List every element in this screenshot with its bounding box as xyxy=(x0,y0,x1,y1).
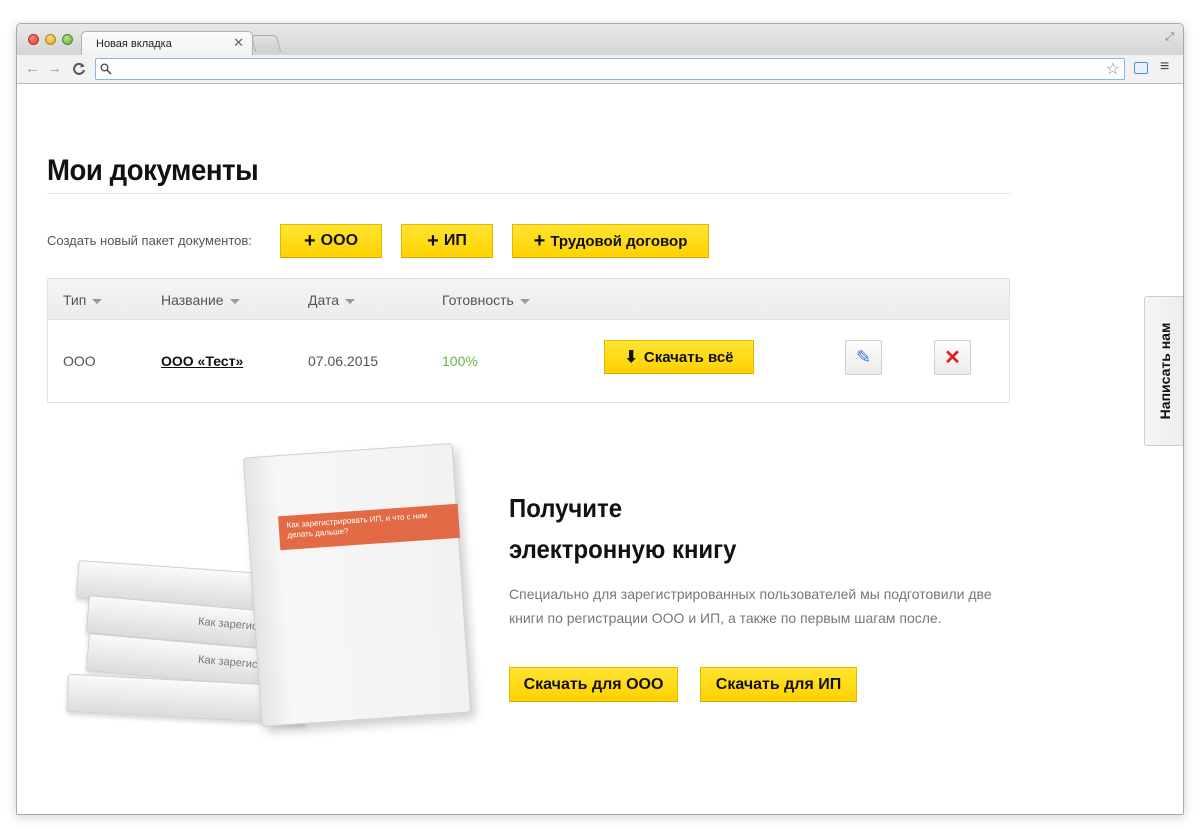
row-date: 07.06.2015 xyxy=(308,353,379,369)
create-labor-contract-label: Трудовой договор xyxy=(550,232,688,250)
create-ip-button[interactable]: + ИП xyxy=(401,224,493,258)
tab-new-tab[interactable]: Новая вкладка ✕ xyxy=(81,31,253,56)
promo-title-line2: электронную книгу xyxy=(509,534,737,564)
promo-title: Получите электронную книгу xyxy=(509,488,736,570)
pencil-icon: ✎ xyxy=(855,347,872,367)
create-package-label: Создать новый пакет документов: xyxy=(47,233,252,248)
page-title: Мои документы xyxy=(47,154,259,187)
ebook-illustration: Как зарегистрировать Как зарегистрироват… xyxy=(57,440,477,740)
table-header: Тип Название Дата Готовность xyxy=(48,279,1009,320)
close-icon: ✕ xyxy=(944,347,961,369)
edit-button[interactable]: ✎ xyxy=(845,340,882,375)
book-cover: Как зарегистрировать ИП, и что с ним дел… xyxy=(242,443,472,727)
address-bar[interactable]: ☆ xyxy=(95,58,1125,80)
row-ready: 100% xyxy=(442,353,478,369)
close-window-button[interactable] xyxy=(28,34,39,45)
download-ooo-book-button[interactable]: Скачать для ООО xyxy=(509,667,678,702)
sort-caret-icon xyxy=(92,298,103,304)
tab-title: Новая вкладка xyxy=(96,38,172,50)
download-all-button[interactable]: ⬇ Скачать всё xyxy=(604,340,754,374)
download-all-label: Скачать всё xyxy=(643,348,734,366)
promo-description: Специально для зарегистрированных пользо… xyxy=(509,586,992,626)
sort-caret-icon xyxy=(345,298,356,304)
forward-icon[interactable]: → xyxy=(47,59,62,79)
create-labor-contract-button[interactable]: + Трудовой договор xyxy=(512,224,709,258)
feedback-label: Написать нам xyxy=(1157,322,1173,420)
address-input[interactable] xyxy=(118,61,1098,77)
download-ip-book-label: Скачать для ИП xyxy=(715,675,842,693)
page-content: Мои документы Создать новый пакет докуме… xyxy=(17,85,1183,814)
browser-toolbar: ← → ☆ ≡ xyxy=(17,55,1183,84)
feedback-tab[interactable]: Написать нам xyxy=(1144,296,1183,446)
plus-icon: + xyxy=(533,230,546,252)
row-type: ООО xyxy=(63,353,96,369)
download-ip-book-button[interactable]: Скачать для ИП xyxy=(700,667,857,702)
plus-icon: + xyxy=(427,230,439,252)
create-ip-label: ИП xyxy=(443,232,467,249)
create-ooo-button[interactable]: + ООО xyxy=(280,224,382,258)
promo-title-line1: Получите xyxy=(509,493,623,523)
fullscreen-icon[interactable]: ⤢ xyxy=(1165,31,1174,44)
zoom-window-button[interactable] xyxy=(62,34,73,45)
column-header-type[interactable]: Тип xyxy=(63,292,103,308)
column-header-date-label: Дата xyxy=(308,292,340,308)
column-header-date[interactable]: Дата xyxy=(308,292,356,308)
extension-icon[interactable] xyxy=(1134,62,1148,74)
download-icon: ⬇ xyxy=(624,349,638,366)
plus-icon: + xyxy=(303,230,316,252)
sort-caret-icon xyxy=(229,298,240,304)
browser-window: Новая вкладка ✕ ⤢ ← → ☆ ≡ Мои документы … xyxy=(16,23,1184,815)
sort-caret-icon xyxy=(519,298,530,304)
title-divider xyxy=(47,193,1010,194)
row-name-link[interactable]: ООО «Тест» xyxy=(161,353,243,369)
column-header-ready[interactable]: Готовность xyxy=(442,292,530,308)
create-ooo-label: ООО xyxy=(320,232,359,249)
download-ooo-book-label: Скачать для ООО xyxy=(523,675,664,693)
column-header-ready-label: Готовность xyxy=(442,292,514,308)
search-icon xyxy=(100,61,112,78)
delete-button[interactable]: ✕ xyxy=(934,340,971,375)
menu-icon[interactable]: ≡ xyxy=(1160,58,1169,76)
tab-bar: Новая вкладка ✕ ⤢ xyxy=(17,24,1183,56)
book-cover-title: Как зарегистрировать ИП, и что с ним дел… xyxy=(278,503,460,551)
back-icon[interactable]: ← xyxy=(25,59,40,79)
new-tab-button[interactable] xyxy=(250,35,282,52)
column-header-type-label: Тип xyxy=(63,292,87,308)
bookmark-star-icon[interactable]: ☆ xyxy=(1106,59,1120,79)
minimize-window-button[interactable] xyxy=(45,34,56,45)
tab-close-icon[interactable]: ✕ xyxy=(233,35,244,51)
column-header-name-label: Название xyxy=(161,292,224,308)
reload-icon[interactable] xyxy=(72,59,86,82)
documents-table: Тип Название Дата Готовность ООО ООО «Те… xyxy=(47,278,1010,403)
column-header-name[interactable]: Название xyxy=(161,292,240,308)
